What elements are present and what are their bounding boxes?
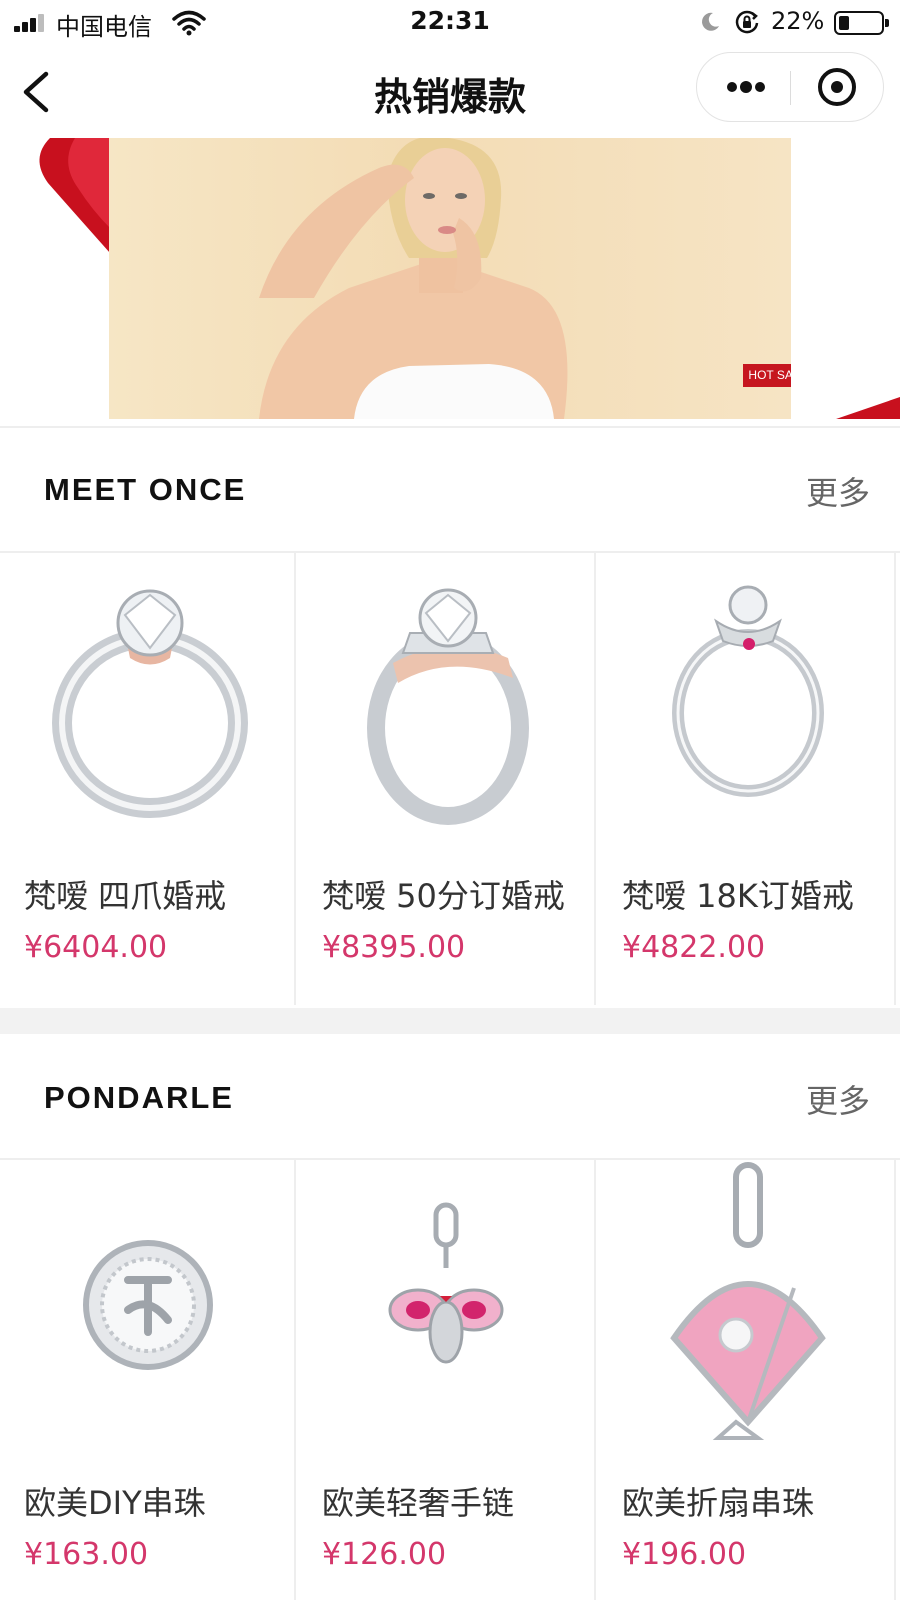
product-grid: 梵嗳 四爪婚戒 ¥6404.00 梵嗳 50分订婚戒 ¥8395.00 梵嗳 1…	[0, 553, 900, 1005]
fan-pendant-icon	[670, 1162, 826, 1440]
product-card[interactable]: 欧美DIY串珠 ¥163.00	[0, 1160, 296, 1600]
miniprogram-capsule	[696, 52, 884, 122]
product-name: 梵嗳 18K订婚戒	[622, 877, 854, 915]
battery-icon	[834, 11, 889, 35]
more-dots-icon	[727, 82, 737, 92]
more-link[interactable]: 更多	[806, 468, 870, 514]
product-price: ¥6404.00	[24, 930, 168, 965]
brand-title: PONDARLE	[44, 1080, 234, 1115]
red-ribbon-decoration	[39, 138, 110, 253]
solitaire-ring-icon	[52, 589, 248, 818]
status-bar: 中国电信 22:31 22%	[0, 0, 900, 46]
grid-divider	[594, 553, 596, 1005]
close-miniprogram-button[interactable]	[791, 53, 885, 121]
model-illustration	[259, 138, 568, 419]
more-options-button[interactable]	[697, 53, 791, 121]
battery-percent: 22%	[771, 7, 825, 35]
product-card[interactable]: 梵嗳 18K订婚戒 ¥4822.00	[598, 553, 894, 1005]
grid-divider	[594, 1160, 596, 1600]
product-price: ¥163.00	[24, 1537, 149, 1572]
grid-divider	[894, 553, 896, 1005]
bee-pendant-icon	[388, 1202, 504, 1364]
more-dot	[740, 81, 752, 93]
banner-model-image[interactable]: HOT SALE	[109, 138, 791, 419]
brand-title: MEET ONCE	[44, 472, 247, 507]
clock: 22:31	[410, 6, 490, 35]
do-not-disturb-moon-icon	[702, 12, 719, 31]
product-name: 欧美DIY串珠	[24, 1484, 206, 1522]
grid-divider	[294, 1160, 296, 1600]
product-name: 欧美折扇串珠	[622, 1484, 815, 1522]
pave-ring-icon	[367, 588, 529, 825]
grid-divider	[294, 553, 296, 1005]
section-separator	[0, 1008, 900, 1034]
section-header-pondarle: PONDARLE 更多	[0, 1040, 900, 1160]
product-name: 欧美轻奢手链	[322, 1484, 515, 1522]
product-card[interactable]: 梵嗳 四爪婚戒 ¥6404.00	[0, 553, 296, 1005]
product-card[interactable]: 梵嗳 50分订婚戒 ¥8395.00	[298, 553, 594, 1005]
red-ribbon-decoration-right	[836, 397, 900, 419]
product-price: ¥4822.00	[622, 930, 766, 965]
round-charm-bead-icon	[83, 1240, 213, 1370]
product-card[interactable]: 欧美轻奢手链 ¥126.00	[298, 1160, 594, 1600]
product-card[interactable]: 欧美折扇串珠 ¥196.00	[598, 1160, 894, 1600]
product-price: ¥126.00	[322, 1537, 447, 1572]
orientation-lock-icon	[735, 10, 759, 34]
more-dot	[755, 82, 765, 92]
ruby-accent-ring-icon	[672, 585, 824, 797]
product-name: 梵嗳 四爪婚戒	[24, 877, 227, 915]
promo-banner: HOT SALE	[0, 138, 900, 419]
product-grid: 欧美DIY串珠 ¥163.00 欧美轻奢手链 ¥126.00 欧美折扇串珠 ¥1…	[0, 1160, 900, 1600]
target-circle-icon	[818, 68, 856, 106]
navigation-bar: 热销爆款	[0, 46, 900, 138]
grid-divider	[894, 1160, 896, 1600]
more-link[interactable]: 更多	[806, 1076, 870, 1122]
banner-divider	[0, 426, 900, 428]
section-header-meet-once: MEET ONCE 更多	[0, 432, 900, 552]
hot-sale-badge: HOT SALE	[743, 364, 791, 387]
product-price: ¥8395.00	[322, 930, 466, 965]
product-name: 梵嗳 50分订婚戒	[322, 877, 565, 915]
product-price: ¥196.00	[622, 1537, 747, 1572]
